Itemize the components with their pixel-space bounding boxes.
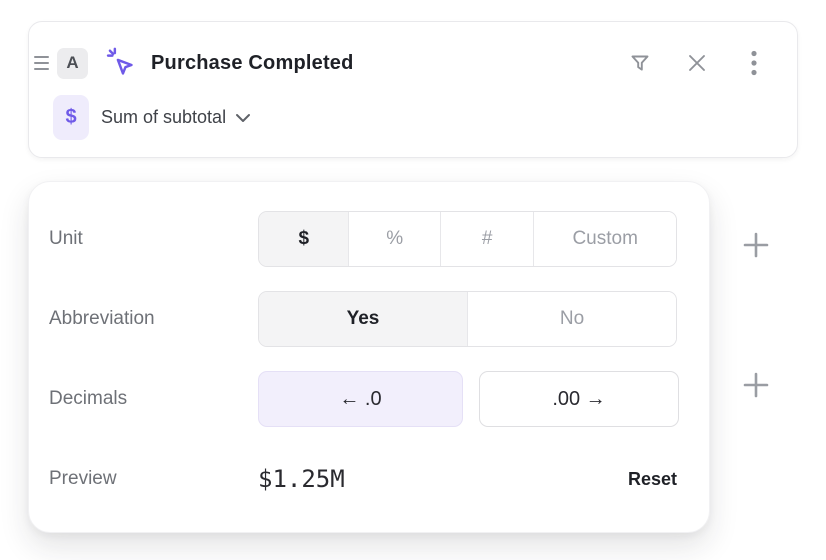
- event-label-badge: A: [57, 48, 88, 79]
- event-title[interactable]: Purchase Completed: [151, 52, 354, 75]
- increase-decimals-button[interactable]: .00 →: [479, 371, 679, 427]
- abbreviation-option-yes[interactable]: Yes: [259, 292, 468, 346]
- metric-label: Sum of subtotal: [101, 107, 226, 128]
- unit-option-custom[interactable]: Custom: [534, 212, 676, 266]
- close-icon: [686, 52, 708, 74]
- abbreviation-label: Abbreviation: [49, 308, 258, 330]
- event-metric-row: $ Sum of subtotal: [53, 95, 251, 140]
- event-card: A Purchase Completed: [28, 21, 798, 158]
- unit-label: Unit: [49, 228, 258, 250]
- unit-row: Unit $ % # Custom: [49, 211, 677, 267]
- chevron-down-icon: [235, 113, 251, 123]
- plus-icon: [742, 371, 770, 399]
- decimals-label: Decimals: [49, 388, 258, 410]
- unit-option-number[interactable]: #: [441, 212, 534, 266]
- plus-button-bottom[interactable]: [740, 369, 772, 401]
- filter-button[interactable]: [625, 48, 655, 78]
- metric-selector[interactable]: Sum of subtotal: [101, 107, 251, 128]
- event-card-header: A Purchase Completed: [29, 45, 797, 81]
- abbreviation-segmented-control: Yes No: [258, 291, 677, 347]
- decimals-button-group: ← .0 .00 →: [258, 371, 679, 427]
- kebab-menu-icon: [751, 50, 757, 76]
- reset-button[interactable]: Reset: [628, 469, 677, 490]
- plus-button-top[interactable]: [740, 229, 772, 261]
- dollar-icon: $: [53, 95, 89, 140]
- close-button[interactable]: [682, 48, 712, 78]
- decrease-decimals-button[interactable]: ← .0: [258, 371, 463, 427]
- cursor-click-icon: [105, 46, 137, 80]
- abbreviation-row: Abbreviation Yes No: [49, 291, 677, 347]
- number-format-popover: Unit $ % # Custom Abbreviation Yes No De…: [28, 181, 710, 533]
- unit-option-percent[interactable]: %: [349, 212, 440, 266]
- drag-handle-icon[interactable]: [34, 56, 49, 70]
- preview-row: Preview $1.25M Reset: [49, 451, 677, 507]
- plus-icon: [742, 231, 770, 259]
- unit-segmented-control: $ % # Custom: [258, 211, 677, 267]
- unit-option-currency[interactable]: $: [259, 212, 349, 266]
- abbreviation-option-no[interactable]: No: [468, 292, 676, 346]
- more-options-button[interactable]: [739, 48, 769, 78]
- preview-value: $1.25M: [258, 465, 345, 493]
- preview-label: Preview: [49, 468, 258, 490]
- filter-icon: [628, 51, 652, 75]
- decimals-row: Decimals ← .0 .00 →: [49, 371, 677, 427]
